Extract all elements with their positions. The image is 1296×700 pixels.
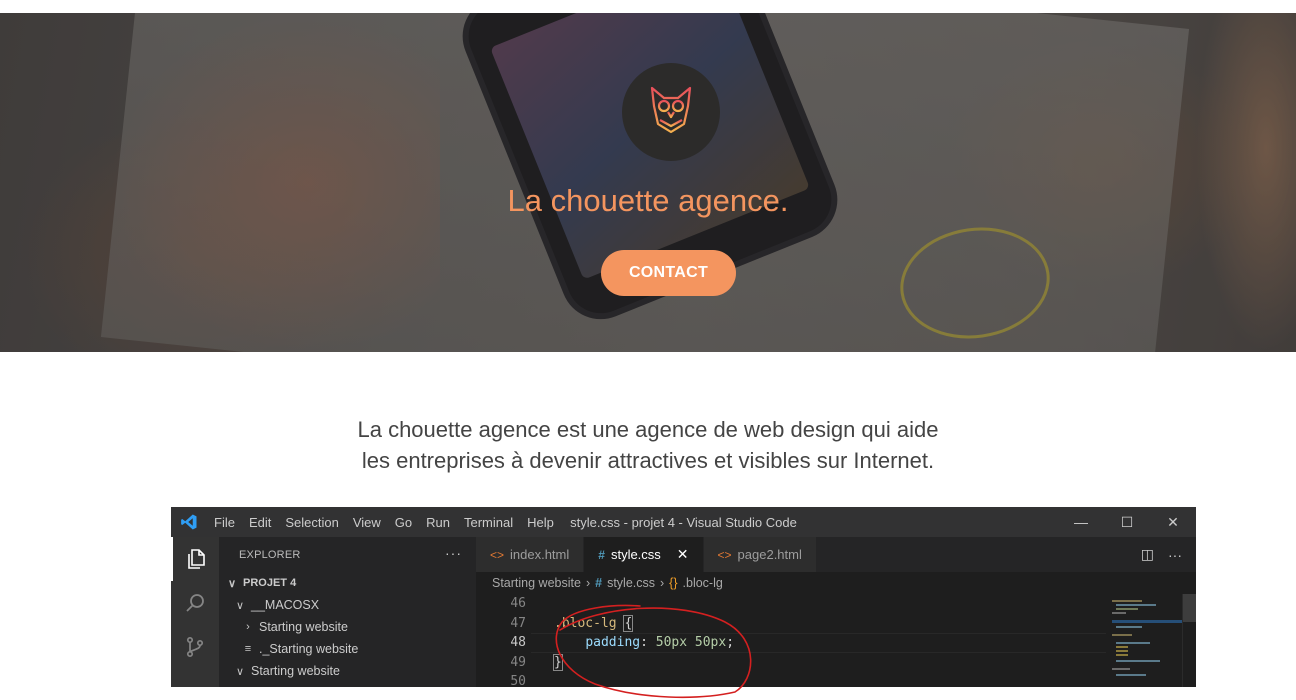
menu-go[interactable]: Go: [388, 515, 419, 530]
breadcrumb: Starting website › # style.css › {} .blo…: [476, 572, 1196, 594]
tab-index-html[interactable]: <> index.html: [476, 537, 585, 572]
tab-page2-html[interactable]: <> page2.html: [703, 537, 817, 572]
editor-scrollbar[interactable]: [1182, 594, 1196, 687]
code-line: 47 .bloc-lg {: [510, 614, 634, 632]
breadcrumb-folder[interactable]: Starting website: [492, 576, 581, 590]
intro-text: La chouette agence est une agence de web…: [0, 414, 1296, 476]
code-editor[interactable]: 46 47 .bloc-lg { 48 padding: 50px 50px; …: [476, 594, 1106, 687]
menu-selection[interactable]: Selection: [278, 515, 345, 530]
menu-help[interactable]: Help: [520, 515, 561, 530]
more-actions-icon[interactable]: ···: [1168, 547, 1182, 563]
vscode-screenshot: File Edit Selection View Go Run Terminal…: [171, 507, 1196, 687]
editor-area: <> index.html # style.css ✕ <> page2.htm…: [476, 537, 1196, 687]
menu-run[interactable]: Run: [419, 515, 457, 530]
files-icon[interactable]: [171, 537, 219, 581]
symbol-class-icon: {}: [669, 576, 678, 590]
split-editor-icon[interactable]: ◫: [1141, 546, 1154, 563]
menu-edit[interactable]: Edit: [242, 515, 278, 530]
css-file-icon: #: [595, 576, 603, 590]
explorer-header: EXPLORER: [239, 548, 301, 561]
search-icon[interactable]: [171, 581, 219, 625]
contact-button[interactable]: CONTACT: [601, 250, 736, 296]
vscode-titlebar: File Edit Selection View Go Run Terminal…: [171, 507, 1196, 537]
menu-file[interactable]: File: [207, 515, 242, 530]
source-control-icon[interactable]: [171, 625, 219, 669]
css-file-icon: #: [598, 547, 605, 562]
code-line: 49 }: [510, 653, 563, 671]
intro-line-1: La chouette agence est une agence de web…: [357, 417, 939, 442]
tab-style-css[interactable]: # style.css ✕: [584, 537, 704, 572]
activity-bar: [171, 537, 219, 687]
file-lines-icon: ≡: [244, 643, 252, 655]
hero-banner: La chouette agence. CONTACT: [0, 13, 1296, 352]
tree-project[interactable]: ∨ PROJET 4: [219, 572, 476, 594]
explorer-more-icon[interactable]: ···: [445, 545, 462, 561]
chevron-right-icon: ›: [585, 576, 591, 590]
tree-item-macosx[interactable]: ∨ __MACOSX: [219, 594, 476, 616]
tree-item-starting-website-2[interactable]: ∨ Starting website: [219, 660, 476, 682]
html-file-icon: <>: [490, 547, 505, 562]
minimize-icon[interactable]: —: [1058, 507, 1104, 537]
chevron-down-icon: ∨: [235, 599, 245, 612]
html-file-icon: <>: [717, 547, 732, 562]
code-line: 46: [510, 596, 526, 611]
menu-view[interactable]: View: [346, 515, 388, 530]
tab-bar: <> index.html # style.css ✕ <> page2.htm…: [476, 537, 1196, 572]
hero-title: La chouette agence.: [507, 183, 789, 218]
tree-item-starting-website-1[interactable]: › Starting website: [219, 616, 476, 638]
owl-icon: [650, 86, 692, 138]
explorer-sidebar: EXPLORER ··· ∨ PROJET 4 ∨ __MACOSX › Sta…: [219, 537, 476, 687]
code-line: 50: [510, 674, 526, 687]
menu-terminal[interactable]: Terminal: [457, 515, 520, 530]
chevron-right-icon: ›: [660, 576, 665, 590]
vscode-logo-icon: [171, 507, 207, 537]
chevron-down-icon: ∨: [227, 577, 237, 590]
maximize-icon[interactable]: ☐: [1104, 507, 1150, 537]
close-tab-icon[interactable]: ✕: [677, 546, 689, 563]
chevron-right-icon: ›: [246, 621, 250, 633]
tree-item-dot-starting-website[interactable]: ≡ ._Starting website: [219, 638, 476, 660]
breadcrumb-file[interactable]: style.css: [607, 576, 655, 590]
close-window-icon[interactable]: ✕: [1150, 507, 1196, 537]
intro-line-2: les entreprises à devenir attractives et…: [361, 448, 935, 473]
code-line-current: 48 padding: 50px 50px;: [476, 633, 1106, 653]
owl-logo: [622, 63, 720, 161]
chevron-down-icon: ∨: [235, 665, 245, 678]
breadcrumb-symbol[interactable]: .bloc-lg: [683, 576, 723, 590]
